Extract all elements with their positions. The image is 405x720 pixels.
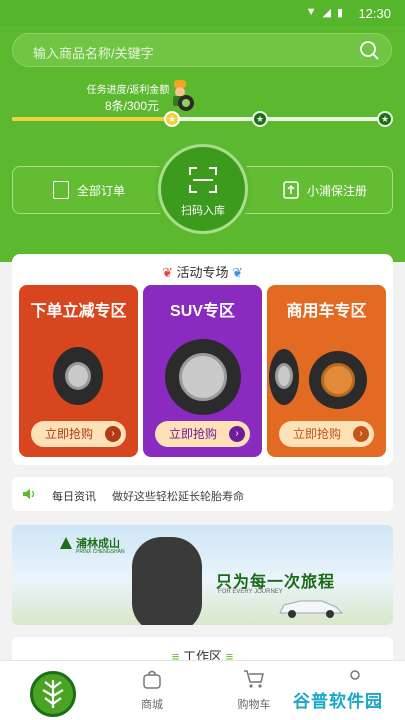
tire-icon xyxy=(309,351,367,409)
promo-title-text: 活动专场 xyxy=(176,265,229,280)
status-time: 12:30 xyxy=(358,6,391,21)
progress-track: ★ ★ ★ xyxy=(12,111,393,127)
cart-icon xyxy=(244,670,264,688)
buy-now-label: 立即抢购 xyxy=(169,427,218,441)
brand-logo-icon xyxy=(60,537,72,549)
watermark-text: 谷普软件园 xyxy=(293,692,383,711)
promo-card-discount[interactable]: 下单立减专区 立即抢购 › xyxy=(19,285,138,457)
speaker-icon xyxy=(23,489,35,499)
promo-card-title: SUV专区 xyxy=(170,303,235,320)
warranty-register-label: 小浦保注册 xyxy=(307,183,368,198)
order-list-icon xyxy=(53,181,69,199)
buy-now-label: 立即抢购 xyxy=(293,427,342,441)
status-icons: ▼ ◢ ▮ xyxy=(306,6,343,19)
arrow-right-icon: › xyxy=(353,426,369,442)
arrow-right-icon: › xyxy=(229,426,245,442)
progress-value: 8条/300元 xyxy=(104,99,160,113)
battery-icon: ▮ xyxy=(336,7,343,19)
buy-now-button[interactable]: 立即抢购 › xyxy=(279,421,374,447)
tab-home-logo[interactable] xyxy=(30,671,76,717)
progress-fill xyxy=(12,117,173,121)
scan-inbound-button[interactable]: 扫码入库 xyxy=(158,144,248,234)
news-headline[interactable]: 做好这些轻松延长轮胎寿命 xyxy=(112,488,244,504)
all-orders-button[interactable]: 全部订单 xyxy=(53,181,125,199)
search-input[interactable]: 输入商品名称/关键字 xyxy=(33,43,154,62)
tab-mall-label: 商城 xyxy=(141,699,163,711)
search-bar[interactable]: 输入商品名称/关键字 xyxy=(12,33,392,67)
tire-icon xyxy=(269,349,299,405)
tire-icon xyxy=(53,347,103,405)
scan-inbound-label: 扫码入库 xyxy=(181,205,225,217)
progress-label: 任务进度/返利金额 xyxy=(86,85,170,96)
milestone-star-icon: ★ xyxy=(252,111,268,127)
tire-icon xyxy=(165,339,241,415)
banner-tire-icon xyxy=(132,537,202,625)
daily-news-bar[interactable]: 每日资讯 做好这些轻松延长轮胎寿命 xyxy=(12,477,393,511)
tab-cart-label: 购物车 xyxy=(237,699,271,711)
milestone-star-icon: ★ xyxy=(377,111,393,127)
shopping-bag-icon xyxy=(143,670,161,689)
bottom-tab-bar: 商城 购物车 谷普软件园 xyxy=(0,660,405,720)
promo-card-title: 商用车专区 xyxy=(286,303,367,320)
upload-icon xyxy=(283,181,299,199)
search-icon[interactable] xyxy=(359,40,379,60)
promo-section: ❦ 活动专场 ❦ 下单立减专区 立即抢购 › SUV专区 立即抢购 › 商用车专区 … xyxy=(12,254,393,465)
leaf-logo-icon xyxy=(42,680,64,708)
all-orders-label: 全部订单 xyxy=(77,183,126,198)
promo-card-suv[interactable]: SUV专区 立即抢购 › xyxy=(143,285,262,457)
promo-card-title: 下单立减专区 xyxy=(30,303,127,320)
buy-now-button[interactable]: 立即抢购 › xyxy=(31,421,126,447)
decor-right-icon: ❦ xyxy=(232,265,244,280)
mascot-tire-icon xyxy=(173,80,194,111)
wifi-icon: ▼ xyxy=(305,6,317,18)
news-tag: 每日资讯 xyxy=(52,491,96,503)
buy-now-label: 立即抢购 xyxy=(45,427,94,441)
arrow-right-icon: › xyxy=(105,426,121,442)
warranty-register-button[interactable]: 小浦保注册 xyxy=(283,181,367,199)
brand-subname: PRINX CHENGSHAN xyxy=(76,549,125,555)
decor-left-icon: ❦ xyxy=(161,265,173,280)
tab-cart[interactable]: 购物车 xyxy=(234,669,274,712)
brand-banner[interactable]: 浦林成山 PRINX CHENGSHAN 只为每一次旅程 FOR EVERY J… xyxy=(12,525,393,625)
progress-current-star-icon: ★ xyxy=(164,111,181,127)
signal-icon: ◢ xyxy=(322,7,331,19)
banner-slogan-sub: FOR EVERY JOURNEY xyxy=(218,589,283,595)
header-hero: 输入商品名称/关键字 任务进度/返利金额 8条/300元 ★ ★ ★ 全部订单 … xyxy=(0,26,405,262)
tab-mall[interactable]: 商城 xyxy=(134,669,170,712)
scan-icon xyxy=(189,167,217,193)
promo-title: ❦ 活动专场 ❦ xyxy=(12,262,393,281)
car-icon xyxy=(279,600,344,618)
status-bar: ▼ ◢ ▮ 12:30 xyxy=(0,0,405,26)
site-watermark: 谷普软件园 xyxy=(287,684,397,712)
promo-card-commercial[interactable]: 商用车专区 立即抢购 › xyxy=(267,285,386,457)
buy-now-button[interactable]: 立即抢购 › xyxy=(155,421,250,447)
